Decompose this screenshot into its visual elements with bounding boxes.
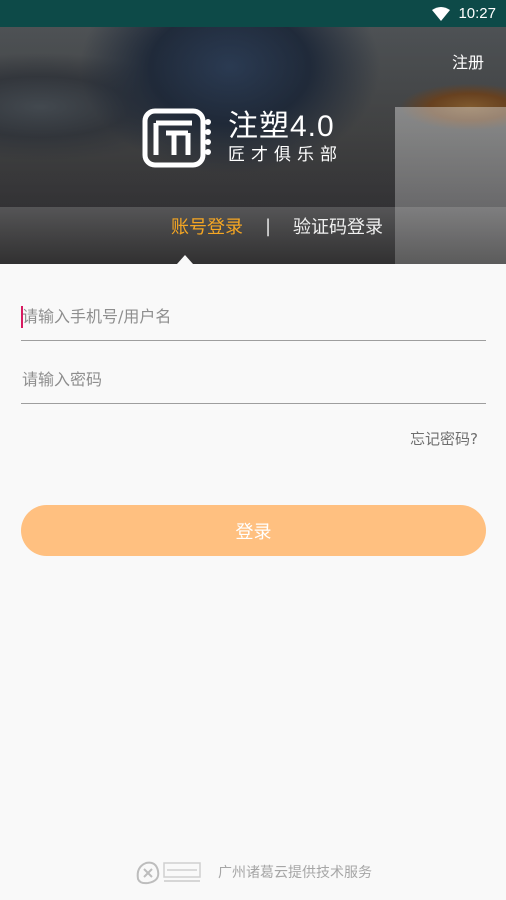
status-bar: 10:27 [0, 0, 506, 27]
header-banner: 注册 注塑4.0 匠才俱乐部 账号登录 | 验证码登录 [0, 27, 506, 264]
password-input[interactable] [21, 356, 486, 404]
wifi-icon [432, 6, 451, 21]
login-tabs: 账号登录 | 验证码登录 [0, 211, 506, 241]
tab-account-login[interactable]: 账号登录 [167, 213, 247, 239]
text-cursor [21, 306, 23, 328]
tab-code-login[interactable]: 验证码登录 [289, 213, 387, 239]
username-input[interactable] [21, 293, 486, 341]
footer: 广州诸葛云提供技术服务 [0, 855, 506, 889]
tab-divider: | [264, 215, 272, 237]
logo-mark-icon [142, 108, 211, 168]
active-tab-indicator [177, 255, 193, 264]
forgot-password-link[interactable]: 忘记密码? [410, 428, 478, 449]
app-logo: 注塑4.0 匠才俱乐部 [142, 107, 366, 169]
footer-text: 广州诸葛云提供技术服务 [218, 865, 372, 881]
register-link[interactable]: 注册 [452, 49, 484, 73]
logo-text: 注塑4.0 匠才俱乐部 [228, 110, 343, 166]
status-time: 10:27 [458, 5, 496, 22]
logo-subtitle: 匠才俱乐部 [228, 145, 343, 165]
footer-logo-icon [136, 861, 201, 885]
login-button[interactable]: 登录 [21, 505, 486, 556]
logo-title: 注塑4.0 [228, 110, 335, 143]
